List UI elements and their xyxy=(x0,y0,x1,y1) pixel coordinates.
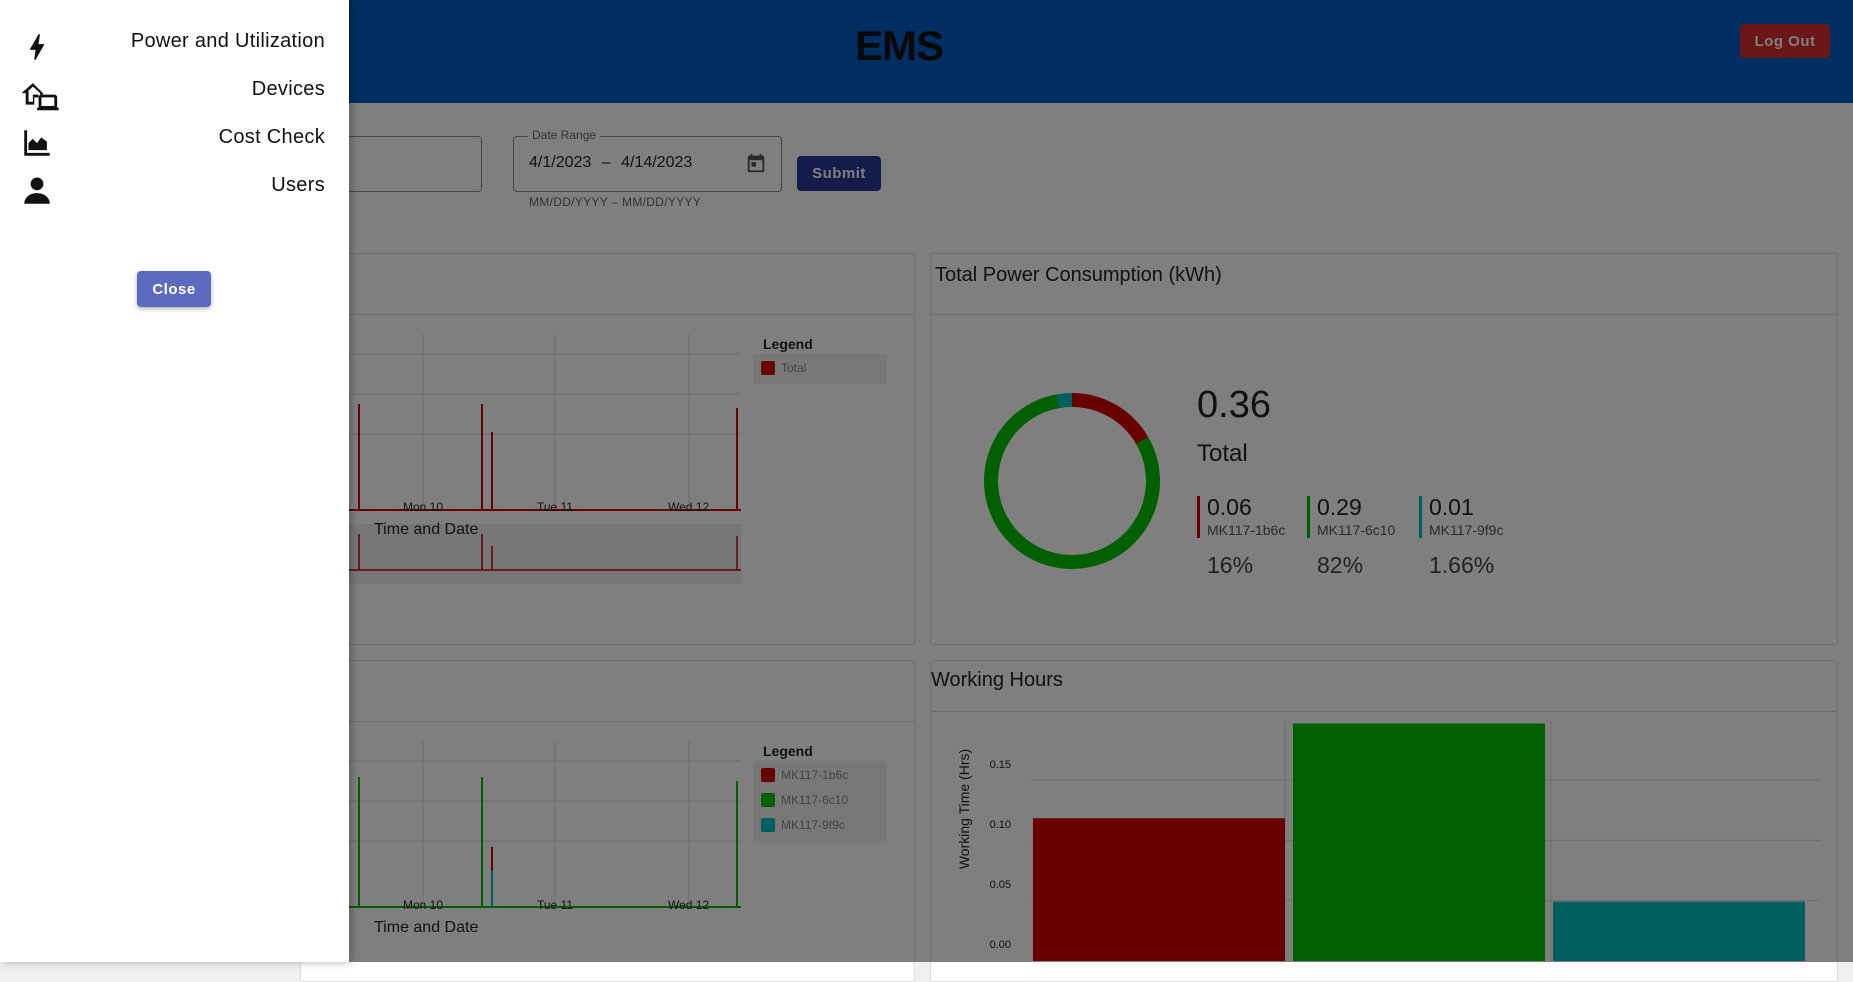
lightning-icon xyxy=(20,30,54,64)
nav-label: Users xyxy=(271,174,325,196)
nav-label: Devices xyxy=(251,78,325,100)
nav-drawer: Power and Utilization Devices Cost Check… xyxy=(0,0,349,962)
person-icon xyxy=(20,174,54,208)
home-devices-icon xyxy=(20,78,59,112)
nav-item-power-utilization[interactable]: Power and Utilization xyxy=(0,22,349,68)
nav-label: Power and Utilization xyxy=(130,30,325,52)
close-drawer-button[interactable]: Close xyxy=(137,271,211,307)
nav-item-devices[interactable]: Devices xyxy=(0,70,349,116)
nav-item-users[interactable]: Users xyxy=(0,166,349,212)
nav-item-cost-check[interactable]: Cost Check xyxy=(0,118,349,164)
nav-label: Cost Check xyxy=(218,126,325,148)
area-chart-icon xyxy=(20,126,54,160)
